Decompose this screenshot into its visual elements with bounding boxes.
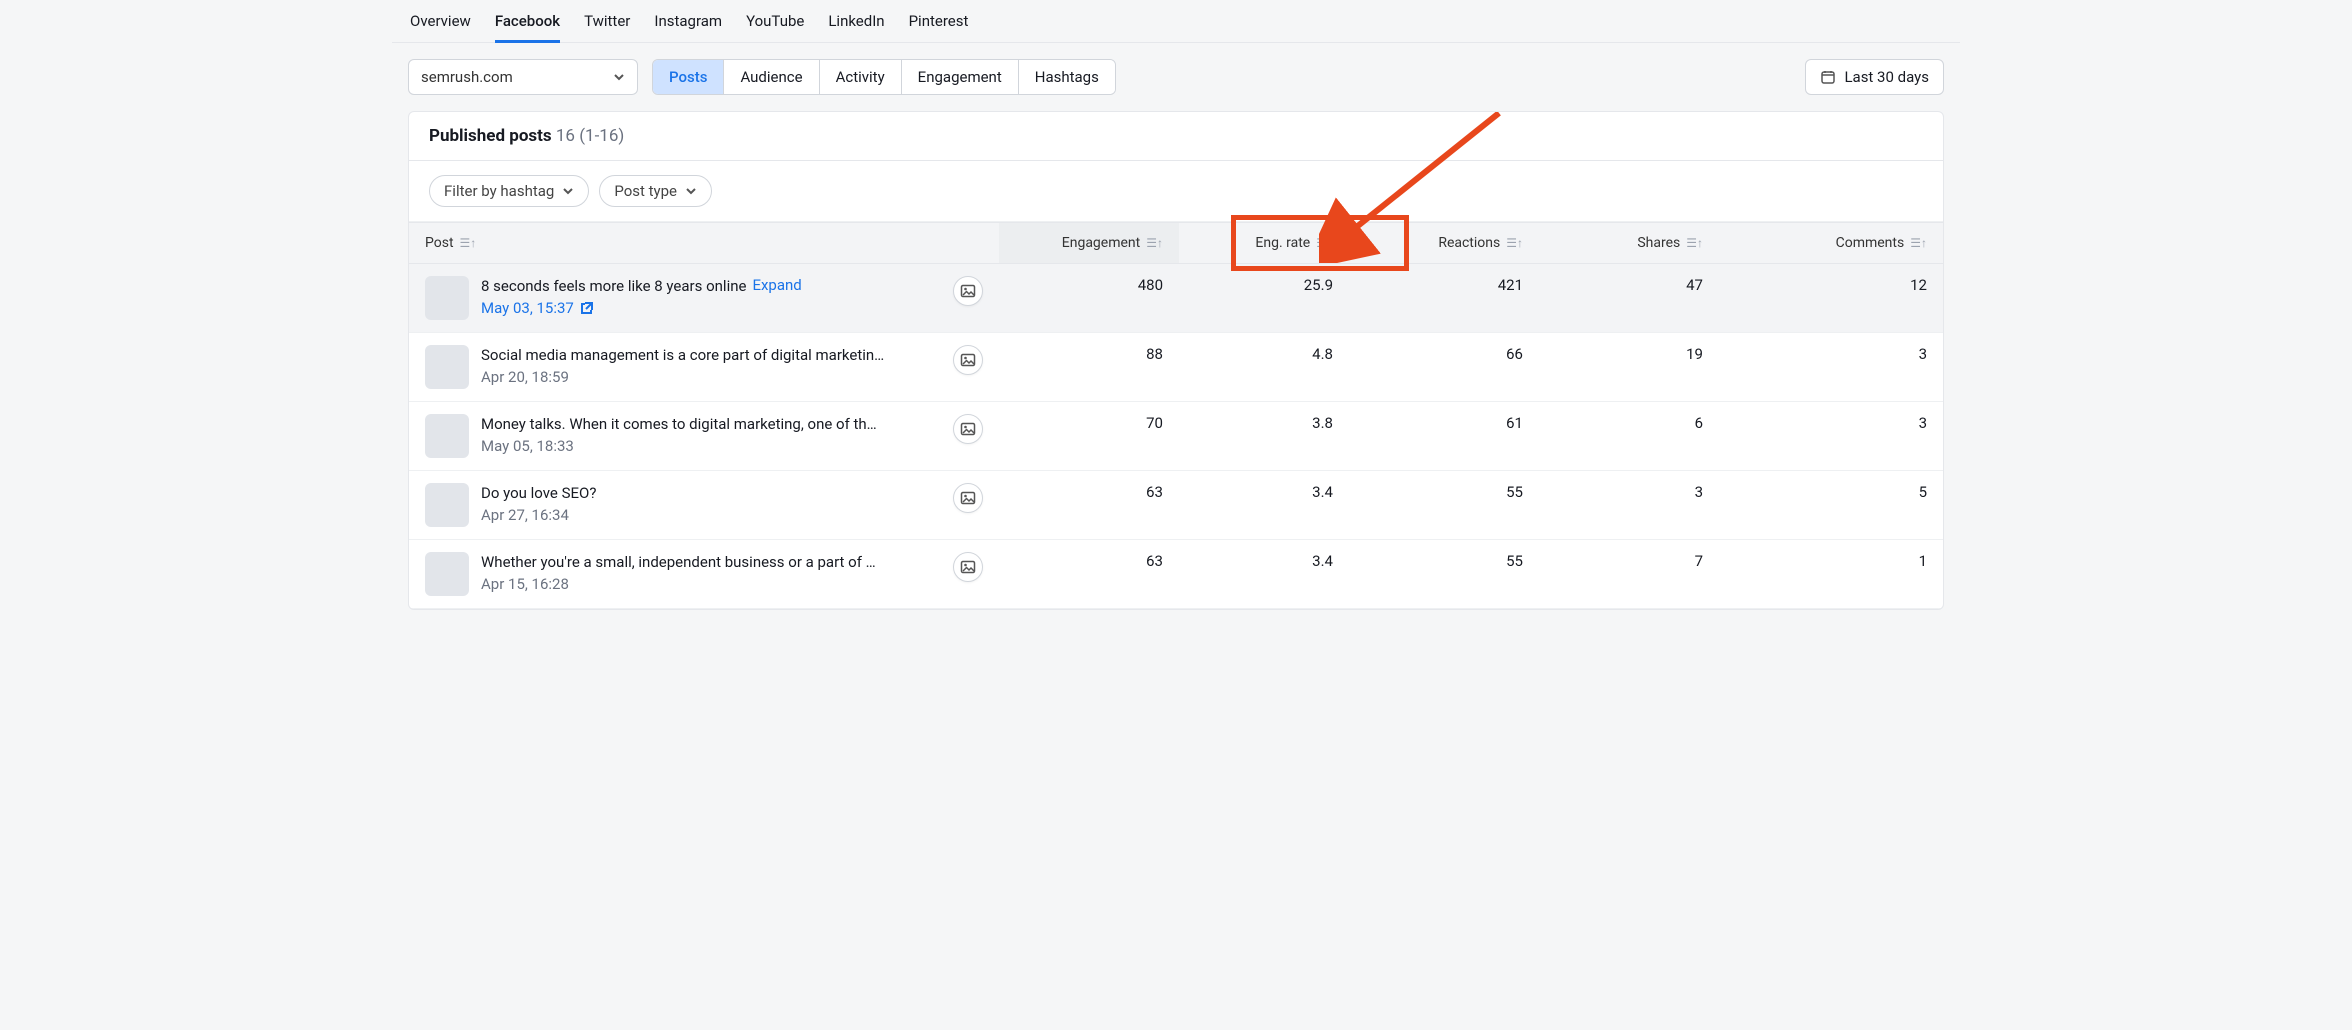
filter-row: Filter by hashtag Post type [409,161,1943,222]
cell-comments: 3 [1919,345,1927,363]
section-segments: PostsAudienceActivityEngagementHashtags [652,59,1116,95]
cell-eng-rate: 3.4 [1312,552,1333,570]
chevron-down-icon [685,185,697,197]
tab-twitter[interactable]: Twitter [584,0,630,42]
col-post[interactable]: Post ☰↑ [409,223,999,263]
table-header: Post ☰↑ Engagement ☰↑ Eng. rate ☰↑ React… [409,222,1943,264]
col-eng-rate[interactable]: Eng. rate ☰↑ [1179,223,1349,263]
cell-reactions: 61 [1506,414,1523,432]
col-engagement[interactable]: Engagement ☰↑ [999,223,1179,263]
segment-posts[interactable]: Posts [653,60,724,94]
cell-eng-rate: 3.4 [1312,483,1333,501]
segment-hashtags[interactable]: Hashtags [1019,60,1115,94]
cell-comments: 1 [1919,552,1927,570]
cell-reactions: 55 [1506,483,1523,501]
cell-eng-rate: 4.8 [1312,345,1333,363]
sort-icon: ☰↑ [460,236,477,250]
post-date: Apr 15, 16:28 [481,575,569,593]
cell-shares: 3 [1695,483,1703,501]
sort-icon: ☰↑ [1910,236,1927,250]
tab-youtube[interactable]: YouTube [746,0,804,42]
calendar-icon [1820,69,1836,85]
table-row[interactable]: Do you love SEO? Apr 27, 16:34 63 3.4 55 3 5 [409,471,1943,540]
sort-icon: ☰↑ [1146,236,1163,250]
sort-icon: ☰↑ [1316,236,1333,250]
post-thumbnail [425,276,469,320]
post-date: May 05, 18:33 [481,437,574,455]
col-comments[interactable]: Comments ☰↑ [1719,223,1943,263]
sort-icon: ☰↑ [1506,236,1523,250]
cell-shares: 7 [1695,552,1703,570]
post-title: Whether you're a small, independent busi… [481,553,876,571]
panel-count: 16 (1-16) [556,126,624,146]
domain-dropdown[interactable]: semrush.com [408,59,638,95]
post-type-image-icon [953,414,983,444]
post-date: Apr 27, 16:34 [481,506,569,524]
panel-title: Published posts [429,126,552,146]
cell-engagement: 70 [1146,414,1163,432]
post-type-image-icon [953,276,983,306]
filter-posttype-label: Post type [614,182,677,200]
table-row[interactable]: 8 seconds feels more like 8 years online… [409,264,1943,333]
table-row[interactable]: Social media management is a core part o… [409,333,1943,402]
post-title: Social media management is a core part o… [481,346,884,364]
cell-shares: 47 [1686,276,1703,294]
cell-reactions: 66 [1506,345,1523,363]
post-type-image-icon [953,552,983,582]
tab-linkedin[interactable]: LinkedIn [828,0,884,42]
panel-header: Published posts 16 (1-16) [409,112,1943,161]
cell-reactions: 55 [1506,552,1523,570]
cell-eng-rate: 3.8 [1312,414,1333,432]
cell-engagement: 63 [1146,552,1163,570]
chevron-down-icon [562,185,574,197]
external-link-icon [580,301,594,315]
tab-facebook[interactable]: Facebook [495,0,560,42]
cell-engagement: 63 [1146,483,1163,501]
table-row[interactable]: Money talks. When it comes to digital ma… [409,402,1943,471]
platform-tabs: Overview Facebook Twitter Instagram YouTube L… [392,0,1960,43]
cell-eng-rate: 25.9 [1304,276,1333,294]
post-date: Apr 20, 18:59 [481,368,569,386]
post-type-image-icon [953,483,983,513]
post-type-image-icon [953,345,983,375]
filter-hashtag[interactable]: Filter by hashtag [429,175,589,207]
segment-activity[interactable]: Activity [820,60,902,94]
col-shares[interactable]: Shares ☰↑ [1539,223,1719,263]
filter-posttype[interactable]: Post type [599,175,712,207]
cell-engagement: 88 [1146,345,1163,363]
published-posts-panel: Published posts 16 (1-16) Filter by hash… [408,111,1944,610]
segment-engagement[interactable]: Engagement [902,60,1019,94]
cell-comments: 5 [1919,483,1927,501]
sort-icon: ☰↑ [1686,236,1703,250]
table-row[interactable]: Whether you're a small, independent busi… [409,540,1943,609]
post-thumbnail [425,345,469,389]
post-thumbnail [425,552,469,596]
chevron-down-icon [613,71,625,83]
controls-row: semrush.com PostsAudienceActivityEngagem… [392,43,1960,111]
cell-reactions: 421 [1498,276,1523,294]
segment-audience[interactable]: Audience [724,60,819,94]
filter-hashtag-label: Filter by hashtag [444,182,554,200]
post-title: Do you love SEO? [481,484,596,502]
cell-engagement: 480 [1138,276,1163,294]
domain-value: semrush.com [421,68,513,86]
tab-pinterest[interactable]: Pinterest [909,0,969,42]
tab-instagram[interactable]: Instagram [654,0,722,42]
post-thumbnail [425,414,469,458]
date-range-label: Last 30 days [1844,68,1929,86]
table-body: 8 seconds feels more like 8 years online… [409,264,1943,609]
col-reactions[interactable]: Reactions ☰↑ [1349,223,1539,263]
expand-link[interactable]: Expand [752,276,801,294]
post-thumbnail [425,483,469,527]
cell-shares: 19 [1686,345,1703,363]
cell-shares: 6 [1695,414,1703,432]
post-date-link[interactable]: May 03, 15:37 [481,299,594,317]
post-title: Money talks. When it comes to digital ma… [481,415,877,433]
cell-comments: 12 [1910,276,1927,294]
tab-overview[interactable]: Overview [410,0,471,42]
date-range-button[interactable]: Last 30 days [1805,59,1944,95]
post-title: 8 seconds feels more like 8 years online [481,277,746,295]
cell-comments: 3 [1919,414,1927,432]
